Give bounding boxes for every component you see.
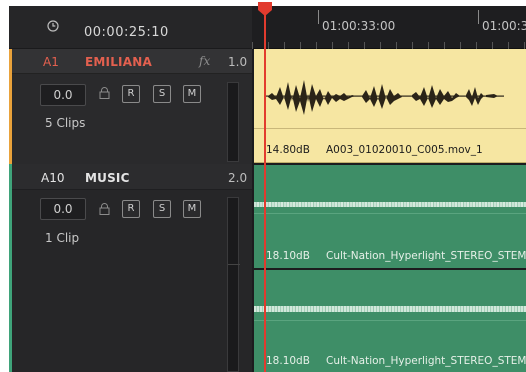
lock-icon[interactable]	[99, 203, 110, 215]
clip-divider	[254, 320, 526, 321]
mute-button[interactable]: M	[183, 85, 201, 103]
timeline-header-left: 00:00:25:10	[9, 6, 252, 49]
track-a10-name[interactable]: MUSIC	[85, 171, 130, 185]
clip-a10-level-2: 18.10dB	[266, 355, 310, 367]
lock-icon[interactable]	[99, 87, 110, 99]
record-arm-button[interactable]: R	[122, 200, 140, 218]
timeline-ruler[interactable]: 01:00:33:00 01:00:3	[252, 6, 526, 49]
ruler-label-2: 01:00:3	[482, 19, 526, 33]
playhead[interactable]	[264, 6, 266, 372]
meter-divider	[228, 264, 240, 265]
clip-a1-level: 14.80dB	[266, 144, 310, 156]
clip-a1[interactable]: 14.80dB A003_01020010_C005.mov_1	[254, 49, 526, 163]
clock-icon	[47, 20, 59, 32]
clip-a10-right-channel[interactable]: 18.10dB Cult-Nation_Hyperlight_STEREO_ST…	[254, 270, 526, 372]
music-waveform	[254, 202, 526, 207]
track-a10-header[interactable]: A10 MUSIC 2.0 0.0 R S M 1 Clip	[12, 164, 252, 372]
fx-label[interactable]: fx	[199, 54, 210, 68]
clip-a10-level-1: 18.10dB	[266, 250, 310, 262]
track-a1-volume[interactable]: 0.0	[40, 84, 86, 106]
mute-button[interactable]: M	[183, 200, 201, 218]
track-a10-id: A10	[41, 171, 65, 185]
ruler-tick	[478, 10, 479, 24]
clip-a1-name: A003_01020010_C005.mov_1	[326, 144, 483, 156]
track-a1-number: 1.0	[228, 55, 248, 69]
clip-divider	[254, 213, 526, 214]
timeline-window: 00:00:25:10 01:00:33:00 01:00:3 A1 EMILI…	[0, 0, 526, 372]
track-a1-id: A1	[43, 55, 59, 69]
clip-a10-left-channel[interactable]: 18.10dB Cult-Nation_Hyperlight_STEREO_ST…	[254, 165, 526, 268]
track-a10-volume[interactable]: 0.0	[40, 198, 86, 220]
ruler-label-1: 01:00:33:00	[322, 19, 396, 33]
clip-divider	[254, 128, 526, 129]
ruler-minor-ticks	[252, 42, 526, 49]
clip-a10-name-1: Cult-Nation_Hyperlight_STEREO_STEM	[326, 250, 526, 262]
solo-button[interactable]: S	[153, 200, 171, 218]
solo-button[interactable]: S	[153, 85, 171, 103]
playhead-handle-icon[interactable]	[258, 2, 272, 16]
track-a1-clip-count: 5 Clips	[45, 116, 86, 130]
track-a1-audio-meter	[227, 82, 239, 162]
track-a1-name[interactable]: EMILIANA	[85, 55, 152, 69]
track-a10-clip-count: 1 Clip	[45, 231, 80, 245]
track-a1-header[interactable]: A1 EMILIANA fx 1.0 0.0 R S M 5 Clips	[12, 49, 252, 164]
timecode-display[interactable]: 00:00:25:10	[84, 25, 169, 40]
clip-a10-name-2: Cult-Nation_Hyperlight_STEREO_STEM	[326, 355, 526, 367]
left-margin	[0, 0, 9, 372]
music-waveform	[254, 306, 526, 312]
track-a10-audio-meter-left	[227, 197, 239, 372]
ruler-tick	[318, 10, 319, 24]
track-a10-number: 2.0	[228, 171, 248, 185]
record-arm-button[interactable]: R	[122, 85, 140, 103]
